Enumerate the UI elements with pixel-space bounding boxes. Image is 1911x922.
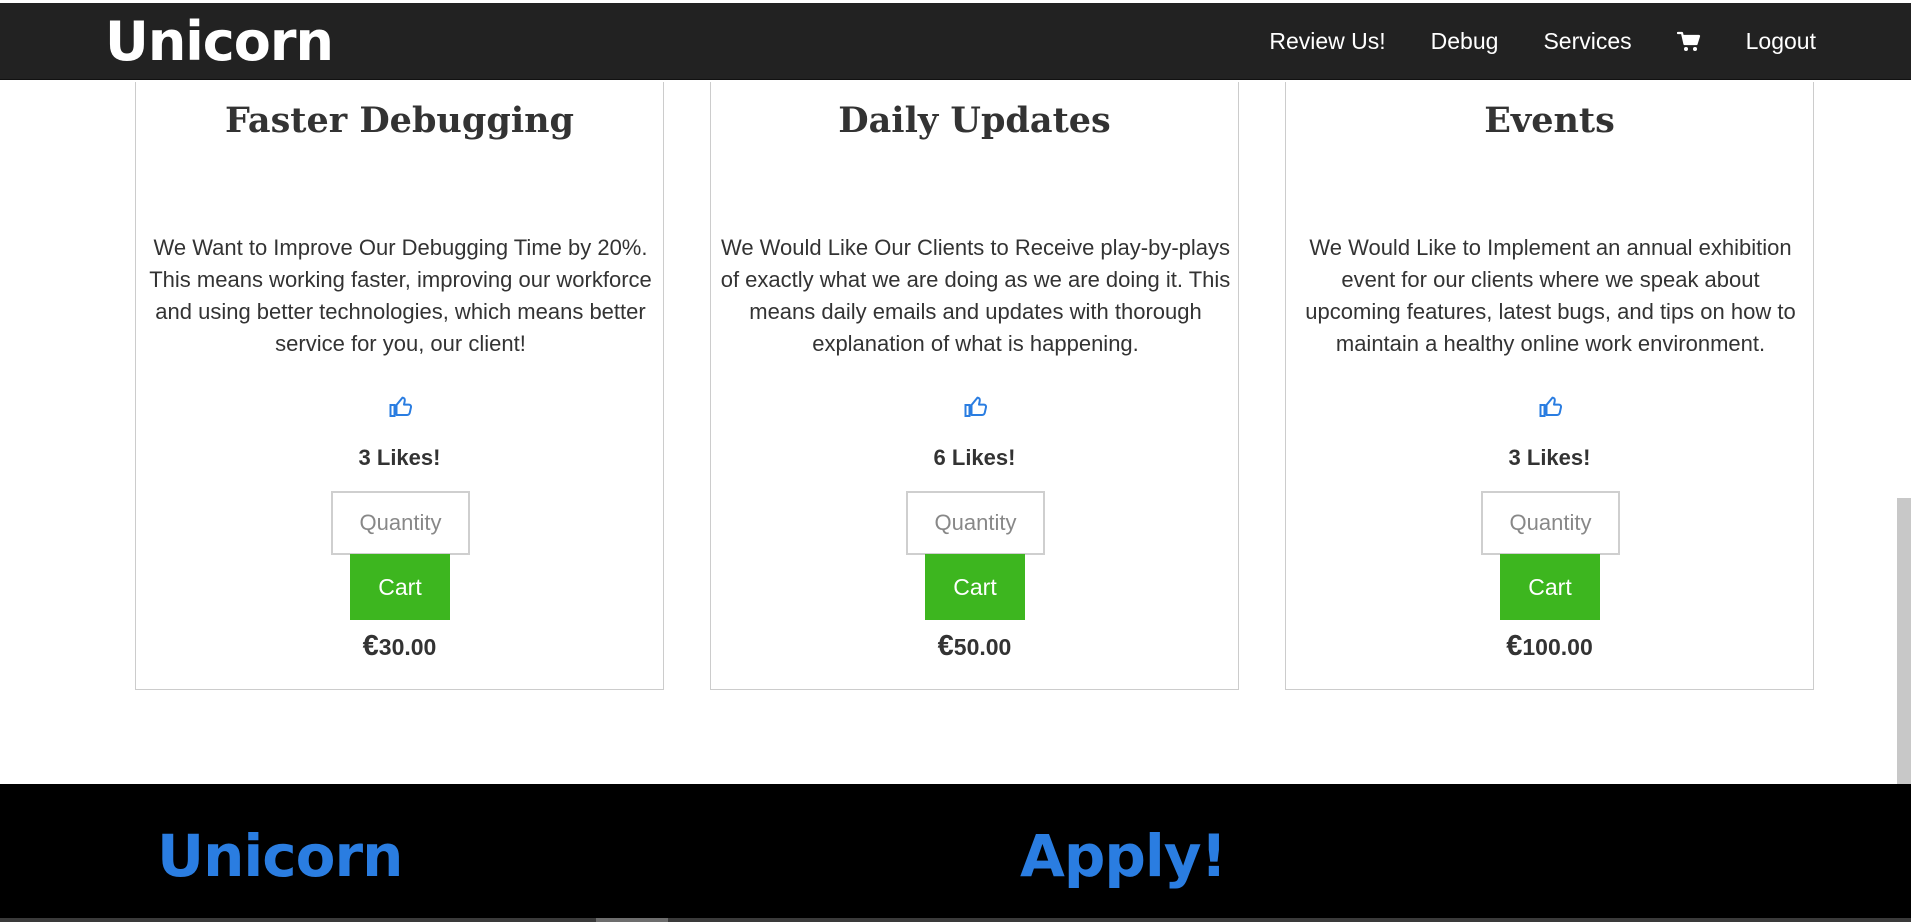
- service-price: €50.00: [711, 630, 1238, 663]
- likes-count: 3 Likes!: [1508, 445, 1591, 470]
- add-to-cart-button[interactable]: Cart: [925, 554, 1025, 620]
- footer: Unicorn Apply!: [0, 784, 1911, 922]
- top-navbar: Unicorn Review Us! Debug Services Logout: [0, 3, 1911, 80]
- horizontal-scrollbar-thumb[interactable]: [596, 918, 668, 922]
- service-price: €30.00: [136, 630, 663, 663]
- shopping-cart-icon[interactable]: [1676, 31, 1701, 53]
- nav-links: Review Us! Debug Services Logout: [1224, 3, 1816, 80]
- service-description: We Want to Improve Our Debugging Time by…: [149, 235, 652, 356]
- footer-apply-link[interactable]: Apply!: [1020, 820, 1227, 892]
- service-card-events: Events We Would Like to Implement an ann…: [1285, 82, 1814, 690]
- thumbs-up-icon[interactable]: [961, 392, 991, 422]
- service-card-faster-debugging: Faster Debugging We Want to Improve Our …: [135, 82, 664, 690]
- thumbs-up-icon[interactable]: [386, 392, 416, 422]
- brand-logo[interactable]: Unicorn: [105, 7, 334, 77]
- service-card-daily-updates: Daily Updates We Would Like Our Clients …: [710, 82, 1239, 690]
- currency-symbol: €: [1506, 630, 1523, 662]
- service-title: Faster Debugging: [224, 100, 575, 141]
- service-title: Daily Updates: [838, 100, 1111, 141]
- price-amount: 50.00: [953, 634, 1012, 660]
- quantity-input[interactable]: [1481, 491, 1620, 555]
- currency-symbol: €: [937, 630, 954, 662]
- service-description: We Would Like Our Clients to Receive pla…: [720, 235, 1231, 356]
- service-price: €100.00: [1286, 630, 1813, 663]
- nav-review-us[interactable]: Review Us!: [1269, 28, 1385, 55]
- currency-symbol: €: [362, 630, 379, 662]
- add-to-cart-button[interactable]: Cart: [1500, 554, 1600, 620]
- service-title: Events: [1484, 100, 1615, 141]
- price-amount: 30.00: [378, 634, 437, 660]
- nav-debug[interactable]: Debug: [1431, 28, 1499, 55]
- bottom-strip: [0, 918, 1911, 922]
- likes-count: 6 Likes!: [933, 445, 1016, 470]
- quantity-input[interactable]: [331, 491, 470, 555]
- nav-services[interactable]: Services: [1543, 28, 1631, 55]
- page-scrollbar-thumb[interactable]: [1897, 498, 1911, 784]
- quantity-input[interactable]: [906, 491, 1045, 555]
- thumbs-up-icon[interactable]: [1536, 392, 1566, 422]
- service-description: We Would Like to Implement an annual exh…: [1305, 235, 1796, 356]
- footer-brand[interactable]: Unicorn: [157, 820, 403, 892]
- nav-logout[interactable]: Logout: [1746, 28, 1816, 55]
- price-amount: 100.00: [1522, 634, 1593, 660]
- likes-count: 3 Likes!: [358, 445, 441, 470]
- add-to-cart-button[interactable]: Cart: [350, 554, 450, 620]
